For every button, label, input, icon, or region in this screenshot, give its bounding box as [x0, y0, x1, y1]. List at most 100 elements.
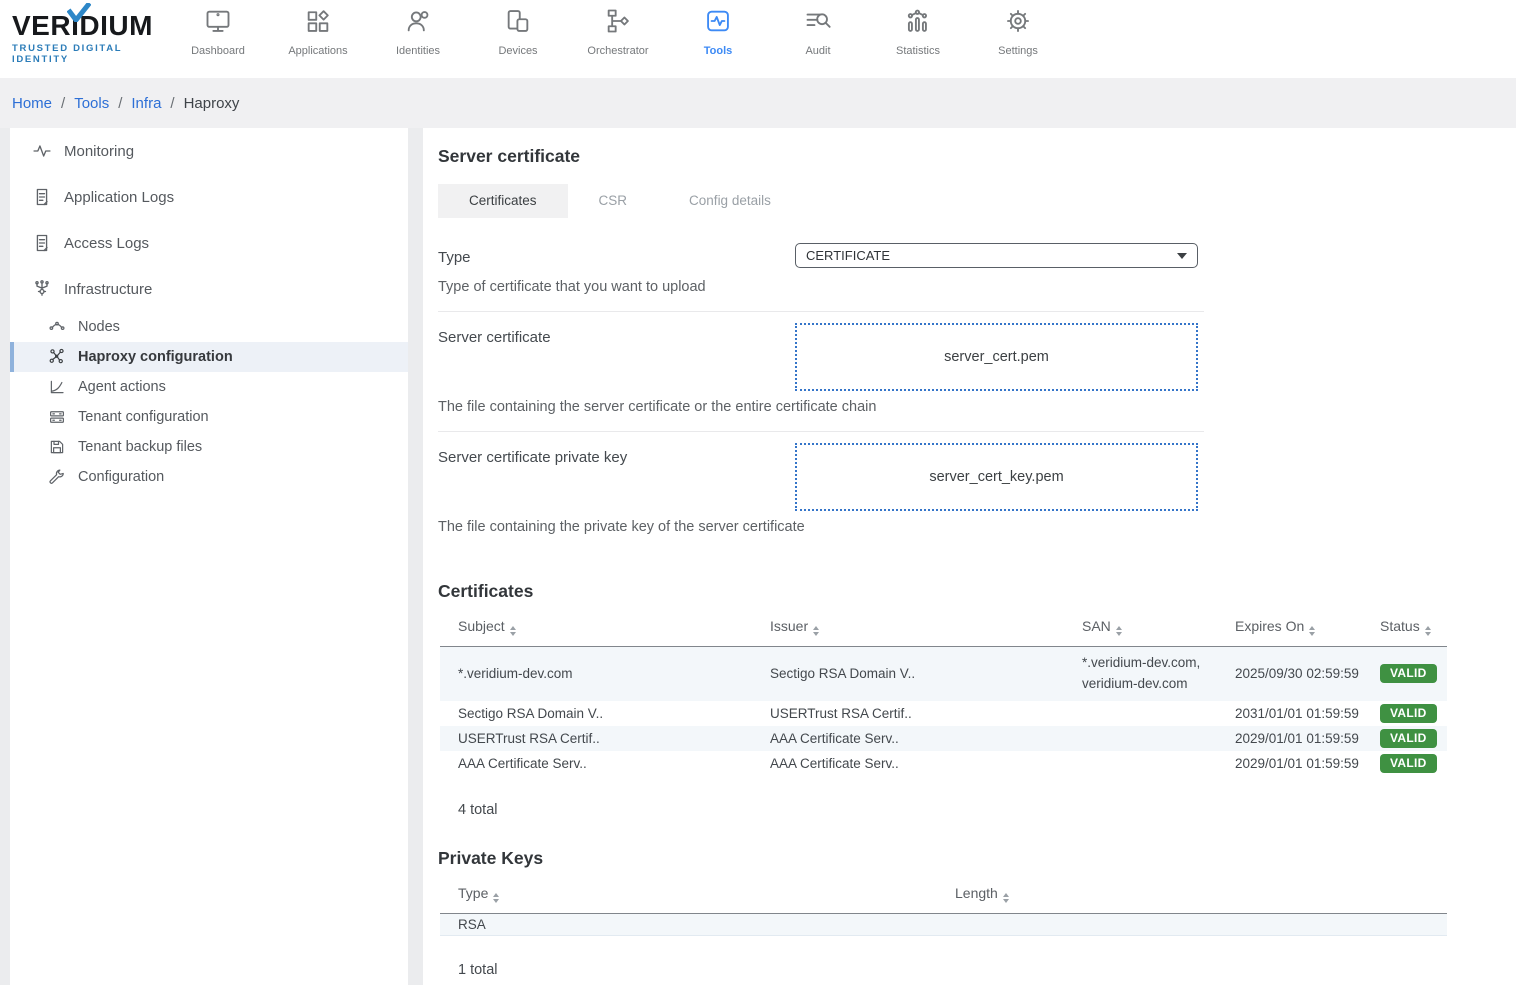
nav-label: Identities	[368, 45, 468, 57]
nav-label: Statistics	[868, 45, 968, 57]
cell-status: VALID	[1362, 751, 1447, 776]
type-label: Type	[438, 243, 795, 268]
cell-subject: Sectigo RSA Domain V..	[440, 701, 752, 726]
private-key-label: Server certificate private key	[438, 443, 795, 511]
breadcrumb-tools[interactable]: Tools	[74, 95, 109, 112]
column-header-status[interactable]: Status	[1362, 610, 1447, 647]
nav-identities[interactable]: Identities	[368, 7, 468, 57]
access-logs-icon	[32, 233, 52, 253]
uploaded-file-name: server_cert.pem	[944, 349, 1049, 365]
breadcrumb-separator: /	[170, 95, 174, 112]
sidebar-item-tenant-backup-files[interactable]: Tenant backup files	[10, 432, 408, 462]
breadcrumb-separator: /	[61, 95, 65, 112]
cell-san	[1064, 726, 1217, 751]
column-header-expires-on[interactable]: Expires On	[1217, 610, 1362, 647]
nav-label: Devices	[468, 45, 568, 57]
server-certificate-label: Server certificate	[438, 323, 795, 391]
sidebar-item-configuration[interactable]: Configuration	[10, 462, 408, 492]
nav-label: Orchestrator	[568, 45, 668, 57]
dashboard-icon	[204, 22, 232, 39]
cell-san	[1064, 751, 1217, 776]
monitoring-icon	[32, 141, 52, 161]
tab-bar: Certificates CSR Config details	[438, 184, 1516, 218]
server-certificate-row: Server certificate server_cert.pem The f…	[438, 312, 1204, 432]
sidebar-item-label: Tenant configuration	[78, 409, 209, 425]
cell-status: VALID	[1362, 726, 1447, 751]
cell-status: VALID	[1362, 647, 1447, 701]
sort-icon	[493, 893, 499, 903]
sort-icon	[1116, 626, 1122, 636]
statistics-icon	[904, 22, 932, 39]
audit-icon	[804, 22, 832, 39]
cell-san: *.veridium-dev.com, veridium-dev.com	[1064, 647, 1217, 701]
cell-status: VALID	[1362, 701, 1447, 726]
sidebar-item-infrastructure[interactable]: Infrastructure	[10, 266, 408, 312]
sidebar-item-application-logs[interactable]: Application Logs	[10, 174, 408, 220]
sort-icon	[510, 626, 516, 636]
cell-issuer: Sectigo RSA Domain V..	[752, 647, 1064, 701]
nav-tools[interactable]: Tools	[668, 7, 768, 57]
nav-label: Audit	[768, 45, 868, 57]
veridium-logo[interactable]: VERIDIUM TRUSTED DIGITAL IDENTITY	[12, 10, 182, 65]
nav-applications[interactable]: Applications	[268, 7, 368, 57]
sidebar-item-tenant-configuration[interactable]: Tenant configuration	[10, 402, 408, 432]
server-certificate-dropzone[interactable]: server_cert.pem	[795, 323, 1198, 391]
tab-certificates[interactable]: Certificates	[438, 184, 568, 218]
nav-dashboard[interactable]: Dashboard	[168, 7, 268, 57]
breadcrumb-home[interactable]: Home	[12, 95, 52, 112]
server-certificate-help-text: The file containing the server certifica…	[438, 399, 1204, 415]
cell-expires: 2025/09/30 02:59:59	[1217, 647, 1362, 701]
breadcrumb-infra[interactable]: Infra	[131, 95, 161, 112]
cell-subject: USERTrust RSA Certif..	[440, 726, 752, 751]
content-area: Monitoring Application Logs Access Logs …	[0, 128, 1516, 985]
cell-issuer: AAA Certificate Serv..	[752, 751, 1064, 776]
column-header-type[interactable]: Type	[440, 877, 937, 914]
nav-settings[interactable]: Settings	[968, 7, 1068, 57]
cell-length	[937, 913, 1447, 935]
sidebar-item-nodes[interactable]: Nodes	[10, 312, 408, 342]
sidebar-item-label: Haproxy configuration	[78, 349, 233, 365]
type-help-text: Type of certificate that you want to upl…	[438, 279, 1204, 295]
tab-config-details[interactable]: Config details	[658, 184, 802, 218]
column-header-issuer[interactable]: Issuer	[752, 610, 1064, 647]
certificates-section-title: Certificates	[438, 581, 1516, 602]
table-row: USERTrust RSA Certif.. AAA Certificate S…	[440, 726, 1447, 751]
tenant-config-icon	[48, 408, 66, 426]
cell-expires: 2031/01/01 01:59:59	[1217, 701, 1362, 726]
haproxy-icon	[48, 348, 66, 366]
nav-label: Dashboard	[168, 45, 268, 57]
status-badge: VALID	[1380, 704, 1437, 723]
breadcrumb: Home / Tools / Infra / Haproxy	[0, 78, 1516, 128]
certificate-type-select[interactable]: CERTIFICATE	[795, 243, 1198, 268]
private-key-row: Server certificate private key server_ce…	[438, 432, 1204, 551]
status-badge: VALID	[1380, 754, 1437, 773]
column-header-subject[interactable]: Subject	[440, 610, 752, 647]
sort-icon	[1003, 893, 1009, 903]
cell-subject: AAA Certificate Serv..	[440, 751, 752, 776]
status-badge: VALID	[1380, 664, 1437, 683]
table-row: AAA Certificate Serv.. AAA Certificate S…	[440, 751, 1447, 776]
private-key-help-text: The file containing the private key of t…	[438, 519, 1204, 535]
sort-icon	[1425, 626, 1431, 636]
table-header-row: Subject Issuer SAN Expires On Status	[440, 610, 1447, 647]
status-badge: VALID	[1380, 729, 1437, 748]
sidebar-item-monitoring[interactable]: Monitoring	[10, 128, 408, 174]
tab-csr[interactable]: CSR	[568, 184, 659, 218]
orchestrator-icon	[604, 22, 632, 39]
private-key-dropzone[interactable]: server_cert_key.pem	[795, 443, 1198, 511]
column-header-san[interactable]: SAN	[1064, 610, 1217, 647]
nav-statistics[interactable]: Statistics	[868, 7, 968, 57]
breadcrumb-separator: /	[118, 95, 122, 112]
nav-orchestrator[interactable]: Orchestrator	[568, 7, 668, 57]
nav-label: Tools	[668, 45, 768, 57]
nav-audit[interactable]: Audit	[768, 7, 868, 57]
sidebar-item-haproxy-configuration[interactable]: Haproxy configuration	[10, 342, 408, 372]
sidebar-item-agent-actions[interactable]: Agent actions	[10, 372, 408, 402]
column-header-length[interactable]: Length	[937, 877, 1447, 914]
tenant-backup-icon	[48, 438, 66, 456]
logo-checkmark-icon	[67, 3, 91, 22]
sidebar-item-access-logs[interactable]: Access Logs	[10, 220, 408, 266]
nav-devices[interactable]: Devices	[468, 7, 568, 57]
top-navigation: Dashboard Applications Identities Device…	[168, 7, 1068, 57]
selected-value: CERTIFICATE	[806, 248, 890, 263]
